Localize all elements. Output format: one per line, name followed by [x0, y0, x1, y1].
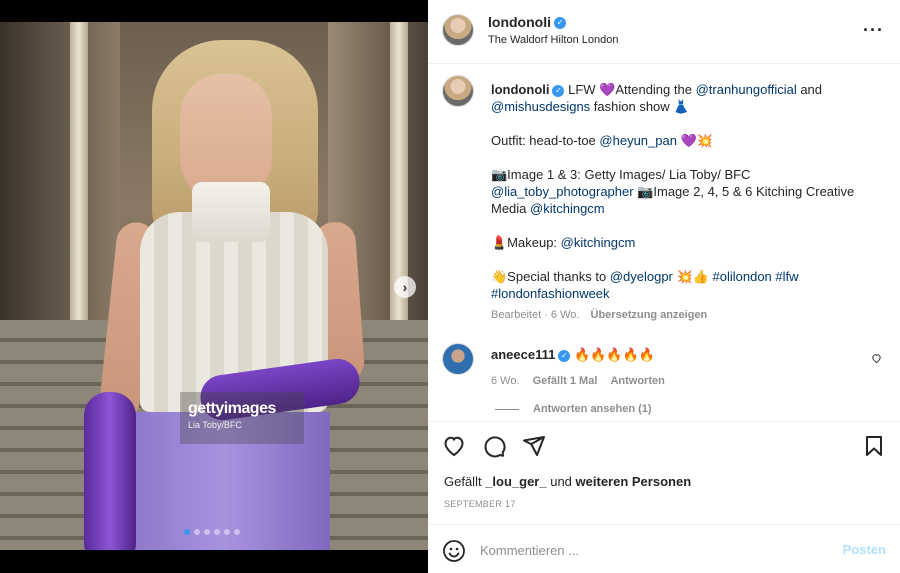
- comment-text: 🔥🔥🔥🔥🔥: [570, 347, 655, 362]
- comment-icon[interactable]: [482, 434, 506, 458]
- save-bookmark-icon[interactable]: [862, 434, 886, 458]
- comment-age: 6 Wo.: [491, 375, 520, 387]
- mention-link[interactable]: @lia_toby_photographer: [491, 184, 634, 199]
- liked-by-others[interactable]: weiteren Personen: [576, 474, 692, 489]
- like-icon[interactable]: [442, 434, 466, 458]
- watermark-text: gettyimages: [188, 400, 276, 417]
- verified-badge-icon: ✓: [553, 17, 566, 30]
- chevron-right-icon: ›: [402, 279, 408, 295]
- post-photo: gettyimages Lia Toby/BFC: [0, 22, 428, 550]
- carousel-dot: [214, 529, 220, 535]
- like-comment-icon[interactable]: [871, 353, 882, 367]
- likes-summary[interactable]: Gefällt _lou_ger_ und weiteren Personen: [444, 474, 691, 489]
- next-slide-button[interactable]: ›: [394, 276, 416, 298]
- translate-button[interactable]: Übersetzung anzeigen: [591, 309, 708, 321]
- post-actions: Gefällt _lou_ger_ und weiteren Personen …: [428, 421, 900, 525]
- caption-username[interactable]: londonoli: [491, 82, 549, 97]
- carousel-dot: [194, 529, 200, 535]
- mention-link[interactable]: @kitchingcm: [561, 235, 636, 250]
- getty-watermark: gettyimages Lia Toby/BFC: [180, 392, 304, 444]
- author-avatar[interactable]: [442, 14, 474, 46]
- caption-avatar[interactable]: [442, 75, 474, 107]
- watermark-credit: Lia Toby/BFC: [188, 420, 242, 430]
- share-icon[interactable]: [522, 434, 546, 458]
- post-comment-button[interactable]: Posten: [843, 542, 886, 557]
- post-caption: londonoli ✓ LFW 💜Attending the @tranhungo…: [442, 75, 882, 324]
- edited-label: Bearbeitet · 6 Wo.: [491, 309, 580, 321]
- carousel-dot: [234, 529, 240, 535]
- emoji-icon[interactable]: [442, 539, 466, 563]
- hashtag-link[interactable]: #olilondon: [713, 269, 772, 284]
- mention-link[interactable]: @dyelogpr: [610, 269, 673, 284]
- post-panel: londonoli ✓ The Waldorf Hilton London ···…: [428, 0, 900, 573]
- comment-input[interactable]: [480, 538, 820, 562]
- liked-by-user[interactable]: _lou_ger_: [485, 474, 546, 489]
- carousel-dots: [184, 529, 240, 535]
- comment-item: aneece111 ✓ 🔥🔥🔥🔥🔥 6 Wo. Gefällt 1 Mal Ant…: [442, 343, 882, 387]
- commenter-avatar[interactable]: [442, 343, 474, 375]
- verified-badge-icon: ✓: [558, 349, 571, 362]
- commenter-username[interactable]: aneece111: [491, 347, 555, 362]
- view-replies-button[interactable]: Antworten ansehen (1): [495, 403, 652, 415]
- hashtag-link[interactable]: #lfw: [775, 269, 798, 284]
- comment-composer: Posten: [428, 526, 900, 573]
- post-media[interactable]: gettyimages Lia Toby/BFC ›: [0, 0, 428, 573]
- mention-link[interactable]: @mishusdesigns: [491, 99, 590, 114]
- reply-button[interactable]: Antworten: [610, 375, 664, 387]
- caption-meta: Bearbeitet · 6 Wo. Übersetzung anzeigen: [491, 307, 882, 324]
- carousel-dot: [204, 529, 210, 535]
- post-header: londonoli ✓ The Waldorf Hilton London ···: [428, 0, 900, 64]
- carousel-dot: [224, 529, 230, 535]
- verified-badge-icon: ✓: [552, 84, 565, 97]
- hashtag-link[interactable]: #londonfashionweek: [491, 286, 610, 301]
- mention-link[interactable]: @heyun_pan: [599, 133, 677, 148]
- carousel-dot-active: [184, 529, 190, 535]
- mention-link[interactable]: @tranhungofficial: [696, 82, 797, 97]
- post-date: SEPTEMBER 17: [444, 499, 516, 509]
- mention-link[interactable]: @kitchingcm: [530, 201, 605, 216]
- author-username[interactable]: londonoli ✓: [488, 14, 566, 30]
- comments-section[interactable]: londonoli ✓ LFW 💜Attending the @tranhungo…: [428, 65, 900, 421]
- post-location[interactable]: The Waldorf Hilton London: [488, 34, 618, 46]
- more-options-icon[interactable]: ···: [863, 20, 884, 41]
- comment-likes[interactable]: Gefällt 1 Mal: [533, 375, 598, 387]
